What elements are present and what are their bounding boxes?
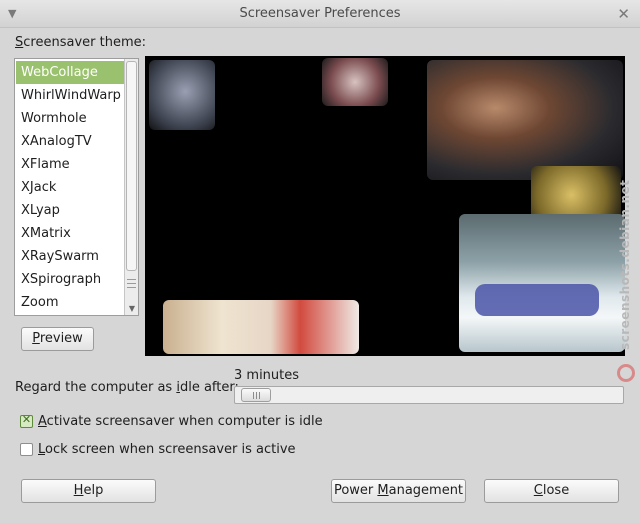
power-management-button[interactable]: Power Management	[331, 479, 466, 503]
theme-list-item[interactable]: XMatrix	[16, 222, 124, 245]
preview-photo	[149, 60, 215, 130]
window-title: Screensaver Preferences	[239, 6, 401, 21]
idle-label-after: dle after:	[179, 380, 239, 395]
idle-label: Regard the computer as idle after:	[15, 380, 239, 395]
slider-grip	[253, 392, 254, 399]
power-mnemonic: M	[377, 483, 389, 498]
help-button[interactable]: Help	[21, 479, 156, 503]
theme-list-item[interactable]: XJack	[16, 176, 124, 199]
theme-list-item[interactable]: WhirlWindWarp	[16, 84, 124, 107]
preview-photo	[322, 58, 388, 106]
scrollbar-grip	[127, 279, 136, 280]
activate-text: ctivate screensaver when computer is idl…	[46, 414, 323, 429]
preview-label: review	[39, 331, 83, 346]
idle-slider-handle[interactable]	[241, 388, 271, 402]
lock-checkbox[interactable]	[20, 443, 33, 456]
theme-list[interactable]: WebCollage WhirlWindWarp Wormhole XAnalo…	[14, 58, 139, 316]
lock-label[interactable]: Lock screen when screensaver is active	[38, 442, 296, 457]
debian-logo-icon	[617, 364, 635, 382]
title-bar: ▼ Screensaver Preferences ✕	[0, 0, 640, 28]
preview-button[interactable]: Preview	[21, 327, 94, 351]
preview-raft-shape	[475, 284, 599, 316]
theme-label-text: creensaver theme:	[23, 35, 146, 50]
idle-value: 3 minutes	[234, 368, 300, 383]
lock-mnemonic: L	[38, 442, 46, 457]
scrollbar-grip	[127, 287, 136, 288]
theme-list-scrollbar[interactable]: ▼	[124, 59, 138, 315]
watermark-text: screenshots.debian.net	[618, 179, 632, 350]
theme-list-item[interactable]: WebCollage	[16, 61, 124, 84]
close-icon[interactable]: ✕	[617, 5, 630, 23]
theme-list-item[interactable]: XSpirograph	[16, 268, 124, 291]
idle-slider[interactable]	[234, 386, 624, 404]
theme-list-item[interactable]: Zoom	[16, 291, 124, 314]
theme-list-item[interactable]: XRaySwarm	[16, 245, 124, 268]
scrollbar-thumb[interactable]	[126, 61, 137, 271]
activate-mnemonic: A	[38, 414, 47, 429]
slider-grip	[259, 392, 260, 399]
checkmark-icon: ✕	[21, 413, 32, 426]
theme-list-item[interactable]: XLyap	[16, 199, 124, 222]
preview-photo	[459, 214, 625, 352]
screensaver-preview	[145, 56, 625, 356]
scrollbar-grip	[127, 283, 136, 284]
screensaver-theme-label: Screensaver theme:	[15, 35, 146, 50]
close-button[interactable]: Close	[484, 479, 619, 503]
scroll-down-icon[interactable]: ▼	[125, 304, 139, 313]
theme-list-item[interactable]: Wormhole	[16, 107, 124, 130]
activate-checkbox[interactable]: ✕	[20, 413, 33, 428]
help-mnemonic: H	[73, 483, 84, 498]
help-label: elp	[83, 483, 104, 498]
theme-list-item[interactable]: XFlame	[16, 153, 124, 176]
preview-photo	[427, 60, 623, 180]
theme-list-item[interactable]: XAnalogTV	[16, 130, 124, 153]
lock-text: ock screen when screensaver is active	[45, 442, 296, 457]
preview-mnemonic: P	[32, 331, 40, 346]
idle-label-before: Regard the computer as	[15, 380, 177, 395]
power-label-after: anagement	[388, 483, 464, 498]
preview-photo	[163, 300, 359, 354]
activate-label[interactable]: Activate screensaver when computer is id…	[38, 414, 323, 429]
close-mnemonic: C	[533, 483, 543, 498]
close-label: lose	[542, 483, 570, 498]
power-label-before: Power	[333, 483, 378, 498]
slider-grip	[256, 392, 257, 399]
